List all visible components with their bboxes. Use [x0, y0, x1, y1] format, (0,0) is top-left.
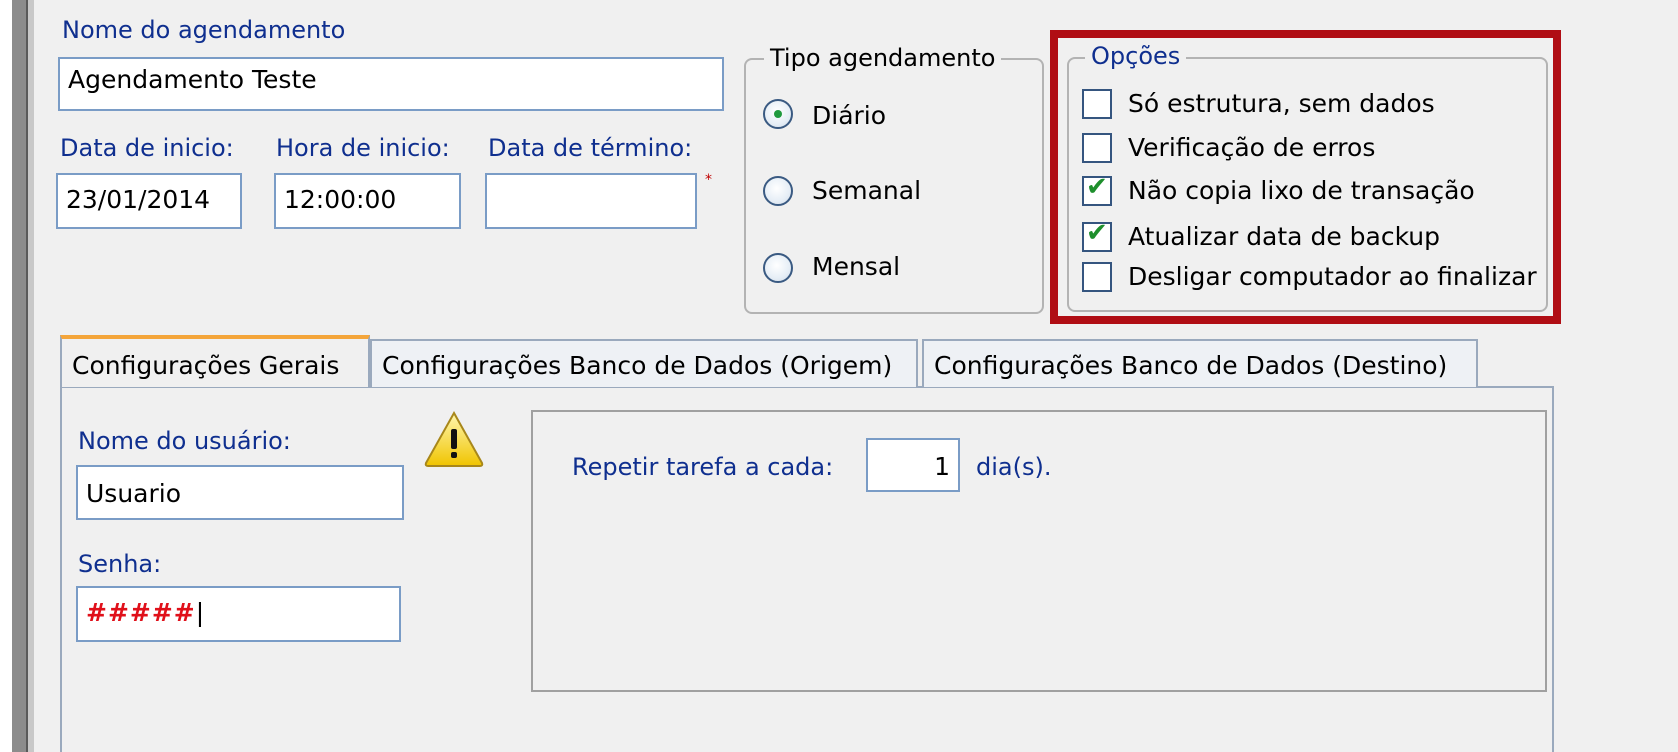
tab-configuracoes-origem[interactable]: Configurações Banco de Dados (Origem): [370, 339, 918, 387]
schedule-name-input[interactable]: Agendamento Teste: [58, 57, 724, 111]
group-separator: [531, 410, 1547, 412]
text-cursor: |: [195, 598, 206, 627]
window-left-border: [12, 0, 28, 752]
end-date-label: Data de término:: [488, 134, 693, 162]
radio-diario-label[interactable]: Diário: [812, 101, 886, 130]
start-time-input[interactable]: 12:00:00: [274, 173, 461, 229]
radio-diario[interactable]: [763, 99, 793, 129]
radio-semanal[interactable]: [763, 176, 793, 206]
end-date-input[interactable]: [485, 173, 697, 229]
radio-semanal-label[interactable]: Semanal: [812, 176, 921, 205]
window-left-border-inner: [28, 0, 34, 752]
radio-selected-dot: [774, 110, 782, 118]
radio-mensal-label[interactable]: Mensal: [812, 252, 900, 281]
tab-configuracoes-gerais[interactable]: Configurações Gerais: [60, 335, 370, 387]
group-left-border: [531, 410, 533, 692]
repeat-unit-label: dia(s).: [976, 453, 1052, 481]
schedule-type-title: Tipo agendamento: [764, 44, 1002, 72]
password-value: #####: [86, 598, 196, 627]
start-date-label: Data de inicio:: [60, 134, 234, 162]
warning-icon: [424, 410, 484, 467]
repeat-label: Repetir tarefa a cada:: [572, 453, 834, 481]
tab-configuracoes-destino[interactable]: Configurações Banco de Dados (Destino): [922, 339, 1478, 387]
group-bottom-border: [531, 690, 1547, 692]
start-time-label: Hora de inicio:: [276, 134, 450, 162]
required-mark: *: [705, 172, 712, 188]
user-name-label: Nome do usuário:: [78, 427, 291, 455]
repeat-days-input[interactable]: 1: [866, 438, 960, 492]
group-right-border: [1545, 410, 1547, 692]
radio-mensal[interactable]: [763, 253, 793, 283]
password-label: Senha:: [78, 550, 162, 578]
password-input[interactable]: #####|: [76, 586, 401, 642]
schedule-name-label: Nome do agendamento: [62, 16, 346, 44]
start-date-input[interactable]: 23/01/2014: [56, 173, 242, 229]
options-highlight-box: [1050, 30, 1561, 324]
user-name-input[interactable]: Usuario: [76, 465, 404, 520]
